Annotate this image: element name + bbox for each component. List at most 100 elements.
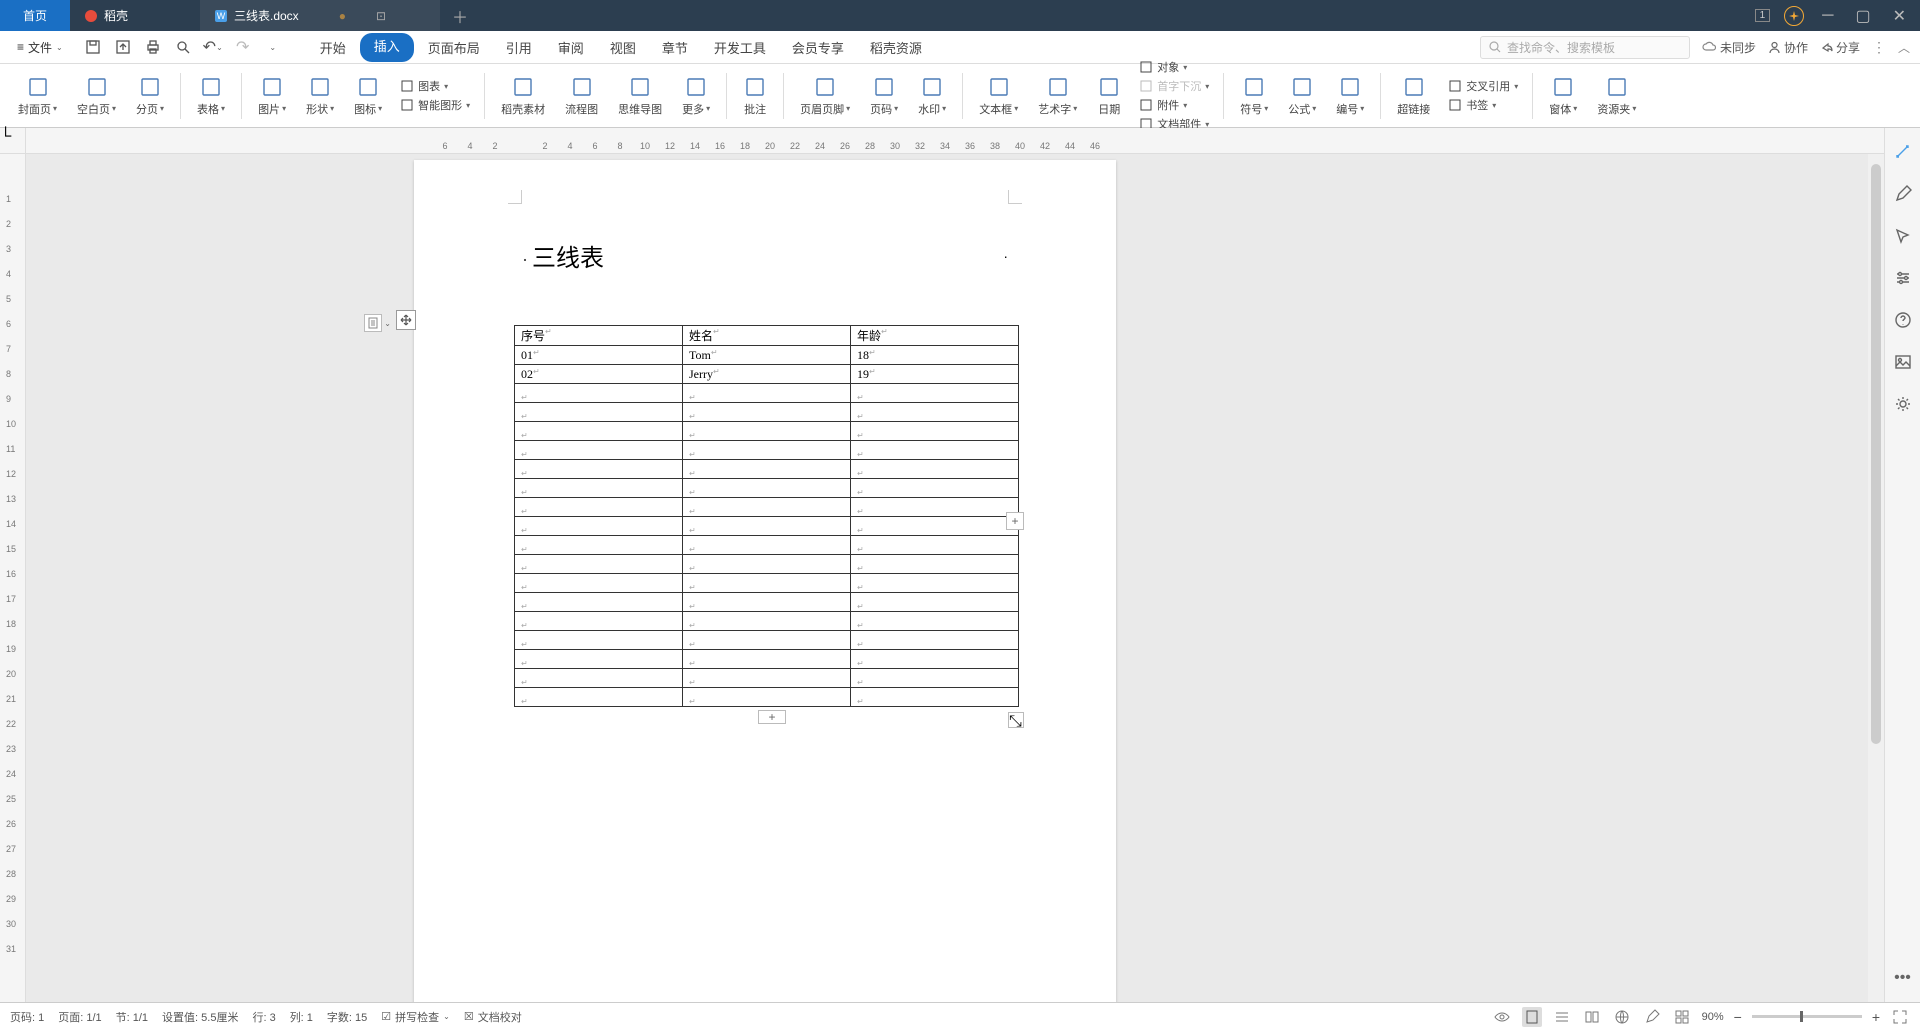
table-header-cell[interactable]: 年龄 (851, 326, 1019, 346)
table-row[interactable] (515, 612, 1019, 631)
proofread-button[interactable]: ☒ 文档校对 (464, 1009, 522, 1025)
table-row[interactable] (515, 631, 1019, 650)
table-cell[interactable] (515, 650, 683, 669)
ribbon-图表[interactable]: 图表▾ (400, 78, 470, 94)
table-cell[interactable]: 02 (515, 365, 683, 384)
table-cell[interactable] (515, 479, 683, 498)
table-row[interactable] (515, 460, 1019, 479)
status-setval[interactable]: 设置值: 5.5厘米 (162, 1009, 238, 1025)
horizontal-ruler[interactable]: └ 64224681012141618202224262830323436384… (0, 128, 1920, 154)
table-cell[interactable]: Jerry (683, 365, 851, 384)
ribbon-超链接[interactable]: 超链接 (1389, 64, 1438, 127)
table-cell[interactable] (683, 403, 851, 422)
table-cell[interactable] (683, 669, 851, 688)
table-cell[interactable] (851, 631, 1019, 650)
grid-view-icon[interactable] (1672, 1007, 1692, 1027)
menu-审阅[interactable]: 审阅 (546, 33, 596, 62)
help-icon[interactable] (1893, 310, 1913, 330)
qat-more-button[interactable]: ⌄ (262, 36, 284, 58)
menu-章节[interactable]: 章节 (650, 33, 700, 62)
table-cell[interactable] (515, 688, 683, 707)
ribbon-表格[interactable]: 表格▾ (189, 64, 233, 127)
status-row[interactable]: 行: 3 (252, 1009, 275, 1025)
table-cell[interactable] (515, 498, 683, 517)
table-paste-options-button[interactable]: ⌄ (364, 314, 382, 332)
save-button[interactable] (82, 36, 104, 58)
table-cell[interactable] (683, 498, 851, 517)
ribbon-分页[interactable]: 分页▾ (128, 64, 172, 127)
table-cell[interactable] (851, 650, 1019, 669)
table-row[interactable] (515, 517, 1019, 536)
table-cell[interactable] (683, 650, 851, 669)
redo-button[interactable]: ↷ (232, 36, 254, 58)
ribbon-页码[interactable]: 页码▾ (862, 64, 906, 127)
table-cell[interactable] (515, 517, 683, 536)
file-menu[interactable]: ≡ 文件 ⌄ (10, 35, 70, 60)
table-cell[interactable] (683, 422, 851, 441)
table-cell[interactable] (851, 669, 1019, 688)
ribbon-智能图形[interactable]: 智能图形▾ (400, 97, 470, 113)
undo-button[interactable]: ↶⌄ (202, 36, 224, 58)
table-cell[interactable] (515, 574, 683, 593)
table-cell[interactable] (515, 631, 683, 650)
table-cell[interactable] (683, 384, 851, 403)
feature-icon[interactable] (1784, 6, 1804, 26)
spellcheck-toggle[interactable]: ☑ 拼写检查 ⌄ (381, 1009, 450, 1025)
table-cell[interactable] (683, 688, 851, 707)
vertical-scrollbar[interactable] (1868, 154, 1884, 1002)
menu-会员专享[interactable]: 会员专享 (780, 33, 856, 62)
table-cell[interactable] (515, 536, 683, 555)
ribbon-对象[interactable]: 对象▾ (1139, 59, 1209, 75)
menu-视图[interactable]: 视图 (598, 33, 648, 62)
table-cell[interactable] (683, 631, 851, 650)
ribbon-编号[interactable]: 编号▾ (1328, 64, 1372, 127)
ribbon-交叉引用[interactable]: 交叉引用▾ (1448, 78, 1518, 94)
ribbon-稻壳素材[interactable]: 稻壳素材 (493, 64, 553, 127)
print-button[interactable] (142, 36, 164, 58)
select-icon[interactable] (1893, 226, 1913, 246)
table-cell[interactable] (851, 422, 1019, 441)
search-input[interactable]: 查找命令、搜索模板 (1480, 36, 1690, 59)
ribbon-水印[interactable]: 水印▾ (910, 64, 954, 127)
share-button[interactable]: 分享 (1820, 39, 1860, 56)
ribbon-思维导图[interactable]: 思维导图 (610, 64, 670, 127)
ribbon-图标[interactable]: 图标▾ (346, 64, 390, 127)
menu-页面布局[interactable]: 页面布局 (416, 33, 492, 62)
status-page-no[interactable]: 页码: 1 (10, 1009, 44, 1025)
maximize-button[interactable]: ▢ (1851, 2, 1874, 30)
tab-home[interactable]: 首页 (0, 0, 70, 31)
zoom-out-button[interactable]: − (1734, 1009, 1742, 1025)
menu-开发工具[interactable]: 开发工具 (702, 33, 778, 62)
table-row[interactable] (515, 593, 1019, 612)
table-cell[interactable] (851, 593, 1019, 612)
table-row[interactable] (515, 650, 1019, 669)
new-tab-button[interactable]: ＋ (440, 0, 480, 31)
ribbon-公式[interactable]: 公式▾ (1280, 64, 1324, 127)
table-row[interactable] (515, 574, 1019, 593)
sync-status[interactable]: 未同步 (1702, 39, 1756, 56)
ribbon-日期[interactable]: 日期 (1089, 64, 1129, 127)
table-cell[interactable] (515, 612, 683, 631)
menu-稻壳资源[interactable]: 稻壳资源 (858, 33, 934, 62)
status-page[interactable]: 页面: 1/1 (58, 1009, 101, 1025)
table-cell[interactable] (515, 593, 683, 612)
menu-插入[interactable]: 插入 (360, 33, 414, 62)
document-title[interactable]: 三线表 (522, 238, 604, 273)
ai-assist-icon[interactable] (1893, 142, 1913, 162)
table-cell[interactable] (683, 441, 851, 460)
vertical-ruler[interactable]: 1234567891011121314151617181920212223242… (0, 154, 26, 1002)
ribbon-文本框[interactable]: 文本框▾ (971, 64, 1026, 127)
ribbon-形状[interactable]: 形状▾ (298, 64, 342, 127)
table-cell[interactable] (683, 555, 851, 574)
table-cell[interactable]: 18 (851, 346, 1019, 365)
ribbon-空白页[interactable]: 空白页▾ (69, 64, 124, 127)
table-cell[interactable] (515, 422, 683, 441)
table-cell[interactable] (851, 574, 1019, 593)
image-tool-icon[interactable] (1893, 352, 1913, 372)
tab-menu-icon[interactable]: ⊡ (376, 9, 386, 23)
table-header-cell[interactable]: 姓名 (683, 326, 851, 346)
window-count-badge[interactable]: 1 (1755, 9, 1771, 22)
table-add-row-button[interactable]: + (758, 710, 786, 724)
table-row[interactable] (515, 688, 1019, 707)
table-cell[interactable] (851, 688, 1019, 707)
